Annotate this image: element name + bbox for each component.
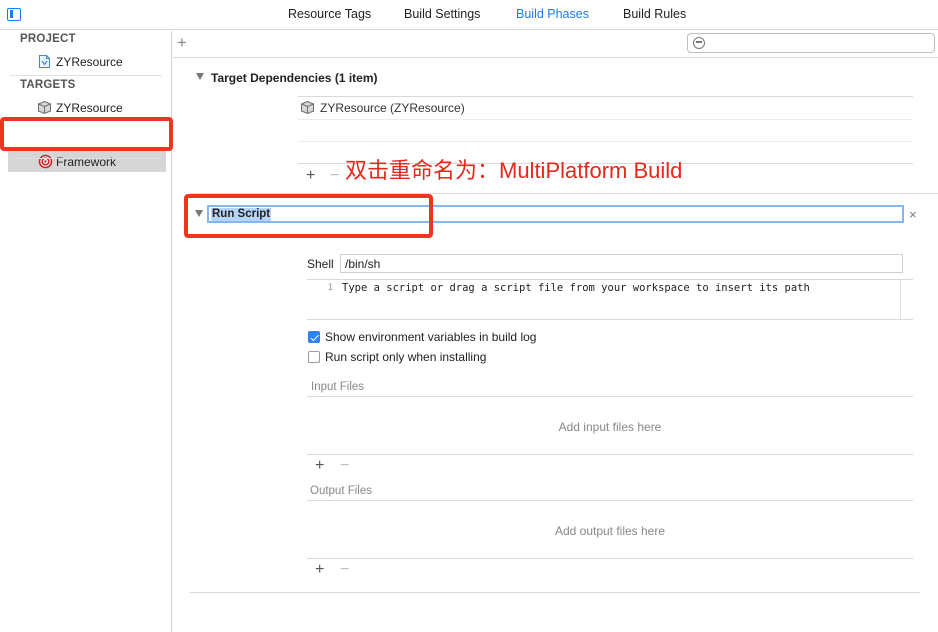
targets-section-header: TARGETS [20,79,76,91]
add-dependency-button[interactable]: + [306,168,315,184]
project-section-header: PROJECT [20,33,76,45]
filter-icon [693,37,705,49]
toolbar-divider [173,57,938,58]
input-files-label: Input Files [311,381,365,393]
line-number: 1 [327,283,333,293]
tab-build-rules[interactable]: Build Rules [623,7,686,21]
input-files-placeholder: Add input files here [558,420,662,434]
shell-path-input[interactable]: /bin/sh [340,254,903,273]
editor-tab-bar: Resource Tags Build Settings Build Phase… [0,0,938,30]
script-placeholder-text: Type a script or drag a script file from… [342,282,810,294]
phase-filter-input[interactable] [687,33,935,53]
annotation-highlight-framework [0,117,173,151]
annotation-text: 双击重命名为：MultiPlatform Build [345,158,683,183]
divider [307,500,913,501]
run-only-installing-label: Run script only when installing [325,350,487,364]
remove-dependency-button[interactable]: − [330,168,339,184]
sidebar-divider [10,75,162,76]
script-editor[interactable]: 1 Type a script or drag a script file fr… [307,279,913,320]
divider [307,396,913,397]
add-output-file-button[interactable]: + [315,562,324,578]
tab-resource-tags[interactable]: Resource Tags [288,7,371,21]
divider [298,119,913,120]
divider [307,454,913,455]
sidebar-item-target-framework[interactable]: Framework [8,151,166,172]
shell-label: Shell [307,257,334,271]
divider [298,141,913,142]
sidebar-item-target-zyresource[interactable]: ZYResource [0,97,172,119]
delete-phase-button[interactable]: × [909,207,917,222]
script-scrollbar[interactable] [900,280,901,319]
remove-input-file-button[interactable]: − [340,458,349,474]
sidebar-divider [10,158,162,159]
add-build-phase-button[interactable]: + [177,34,187,51]
output-files-placeholder: Add output files here [554,524,666,538]
sidebar-toggle-icon[interactable] [7,8,21,21]
tab-build-settings[interactable]: Build Settings [404,7,480,21]
output-files-label: Output Files [310,485,372,497]
framework-target-icon [38,154,53,169]
disclosure-triangle-icon[interactable] [196,73,204,80]
show-env-vars-checkbox[interactable] [308,331,320,343]
add-input-file-button[interactable]: + [315,458,324,474]
dependency-row[interactable]: ZYResource (ZYResource) [298,97,913,119]
app-target-icon [38,100,51,115]
sidebar-item-project-zyresource[interactable]: ZYResource [0,51,172,73]
run-only-installing-checkbox[interactable] [308,351,320,363]
remove-output-file-button[interactable]: − [340,562,349,578]
project-file-icon [39,55,50,68]
app-target-icon [301,100,314,115]
dependency-label: ZYResource (ZYResource) [320,101,465,115]
target-dependencies-title: Target Dependencies (1 item) [211,71,378,85]
sidebar-item-label: ZYResource [56,55,123,69]
sidebar-item-label: ZYResource [56,101,123,115]
show-env-vars-label: Show environment variables in build log [325,330,537,344]
annotation-highlight-run-script [184,194,433,238]
divider [307,558,913,559]
phase-divider [190,592,920,593]
tab-build-phases[interactable]: Build Phases [516,7,589,21]
